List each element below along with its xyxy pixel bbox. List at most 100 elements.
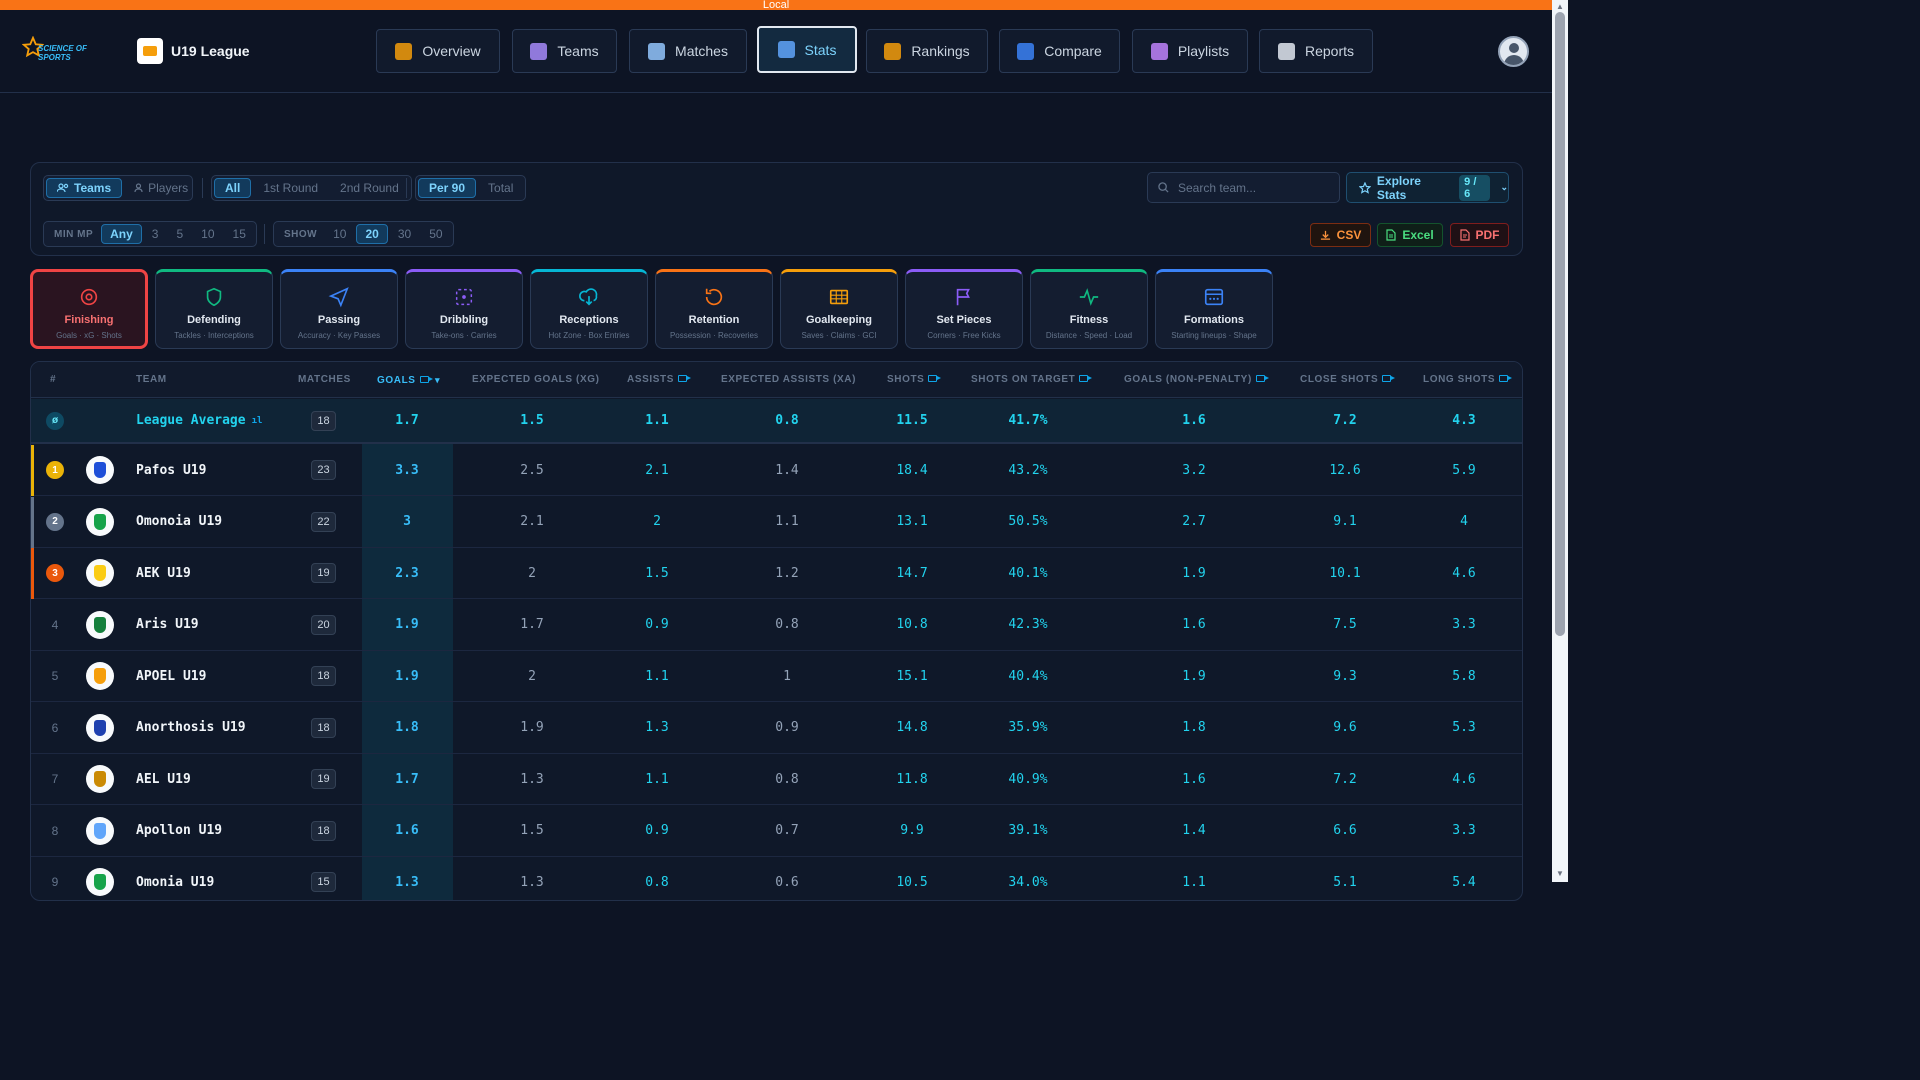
header-long-shots[interactable]: LONG SHOTS <box>1423 362 1513 398</box>
table-row[interactable]: 2 Omonoia U19 22 3 2.1 2 1.1 13.1 50.5% 2.7 9.1 4 <box>31 496 1522 548</box>
header-shots-on-target[interactable]: SHOTS ON TARGET <box>971 362 1093 398</box>
user-avatar[interactable] <box>1498 36 1529 67</box>
show-20[interactable]: 20 <box>356 224 388 244</box>
header-goals[interactable]: GOALS ▾ <box>377 362 440 398</box>
mode-per90[interactable]: Per 90 <box>418 178 477 198</box>
show-50[interactable]: 50 <box>421 224 450 244</box>
round-all[interactable]: All <box>214 178 252 198</box>
table-row[interactable]: 5 APOEL U19 18 1.9 2 1.1 1 15.1 40.4% 1.9 9.3 5.8 <box>31 651 1522 702</box>
header-assists[interactable]: ASSISTS <box>627 362 691 398</box>
category-set-pieces[interactable]: Set Pieces Corners · Free Kicks <box>905 269 1023 349</box>
table-row[interactable]: 7 AEL U19 19 1.7 1.3 1.1 0.8 11.8 40.9% 1.6 7.2 4… <box>31 754 1522 805</box>
nav-matches[interactable]: Matches <box>629 29 747 73</box>
team-name-cell[interactable]: Omonia U19 <box>136 857 336 900</box>
table-row[interactable]: 9 Omonia U19 15 1.3 1.3 0.8 0.6 10.5 34.0% 1.1 5… <box>31 857 1522 900</box>
brand-logo[interactable]: SCIENCE OF SPORTS <box>22 36 90 64</box>
team-name-cell[interactable]: Omonoia U19 <box>136 497 336 547</box>
category-dribbling[interactable]: Dribbling Take-ons · Carries <box>405 269 523 349</box>
nav-teams[interactable]: Teams <box>512 29 617 73</box>
category-retention[interactable]: Retention Possession · Recoveries <box>655 269 773 349</box>
video-icon[interactable] <box>1255 375 1269 382</box>
min-mp-10[interactable]: 10 <box>193 224 222 244</box>
header-npg[interactable]: GOALS (NON-PENALTY) <box>1124 362 1269 398</box>
table-row[interactable]: 8 Apollon U19 18 1.6 1.5 0.9 0.7 9.9 39.1% 1.4 6… <box>31 806 1522 857</box>
scrollbar-thumb[interactable] <box>1555 12 1565 636</box>
category-goalkeeping[interactable]: Goalkeeping Saves · Claims · GCI <box>780 269 898 349</box>
export-pdf-button[interactable]: PDF <box>1450 223 1509 247</box>
header-shots[interactable]: SHOTS <box>887 362 942 398</box>
stat-value: 10.5 <box>896 874 928 890</box>
video-icon[interactable] <box>928 375 942 382</box>
team-name-cell[interactable]: AEL U19 <box>136 754 336 804</box>
nav-stats[interactable]: Stats <box>757 26 857 73</box>
average-value: 1.1 <box>645 413 669 428</box>
page-scrollbar[interactable]: ▲ ▼ <box>1552 0 1568 882</box>
league-selector[interactable]: U19 League <box>137 38 250 64</box>
nav-compare[interactable]: Compare <box>999 29 1120 73</box>
table-row[interactable]: 1 Pafos U19 23 3.3 2.5 2.1 1.4 18.4 43.2% 3.2 12… <box>31 445 1522 496</box>
category-defending[interactable]: Defending Tackles · Interceptions <box>155 269 273 349</box>
min-mp-5[interactable]: 5 <box>168 224 191 244</box>
table-row[interactable]: 4 Aris U19 20 1.9 1.7 0.9 0.8 10.8 42.3% 1.6 7.5… <box>31 600 1522 651</box>
video-icon[interactable] <box>1079 375 1093 382</box>
goal-icon <box>829 289 849 305</box>
toggle-teams[interactable]: Teams <box>46 178 123 198</box>
team-crest-cell <box>86 857 114 900</box>
matches-badge: 18 <box>311 410 336 431</box>
stat-value: 3.3 <box>395 462 419 478</box>
header-rank: # <box>50 374 57 385</box>
table-row[interactable]: 6 Anorthosis U19 18 1.8 1.9 1.3 0.9 14.8 35.9%… <box>31 703 1522 754</box>
nav-rankings[interactable]: Rankings <box>866 29 988 73</box>
header-sot-label: SHOTS ON TARGET <box>971 374 1076 385</box>
average-label: League Average <box>136 413 246 428</box>
scroll-down-icon[interactable]: ▼ <box>1556 869 1564 878</box>
stat-value: 5.4 <box>1452 874 1476 890</box>
video-icon[interactable] <box>419 376 433 383</box>
explore-stats-button[interactable]: Explore Stats 9 / 6 ⌄ <box>1346 172 1509 203</box>
video-icon[interactable] <box>678 375 691 382</box>
search-input[interactable] <box>1178 180 1328 195</box>
show-10[interactable]: 10 <box>325 224 354 244</box>
video-icon[interactable] <box>1499 375 1513 382</box>
team-name-cell[interactable]: AEK U19 <box>136 548 336 598</box>
category-formations[interactable]: Formations Starting lineups · Shape <box>1155 269 1273 349</box>
stat-value: 40.9% <box>1008 771 1048 787</box>
export-csv-button[interactable]: CSV <box>1310 223 1371 247</box>
header-team[interactable]: TEAM <box>136 362 167 398</box>
category-fitness[interactable]: Fitness Distance · Speed · Load <box>1030 269 1148 349</box>
round-first[interactable]: 1st Round <box>253 178 328 198</box>
team-name-cell[interactable]: Apollon U19 <box>136 806 336 856</box>
category-passing[interactable]: Passing Accuracy · Key Passes <box>280 269 398 349</box>
header-xg[interactable]: EXPECTED GOALS (XG) <box>472 362 600 398</box>
header-xa[interactable]: EXPECTED ASSISTS (XA) <box>721 362 856 398</box>
nav-overview[interactable]: Overview <box>376 29 500 73</box>
min-mp-any[interactable]: Any <box>101 224 142 244</box>
stat-value: 1.3 <box>395 874 419 890</box>
nav-playlists[interactable]: Playlists <box>1132 29 1248 73</box>
min-mp-3[interactable]: 3 <box>144 224 167 244</box>
mode-total[interactable]: Total <box>478 178 523 198</box>
team-name-cell[interactable]: Aris U19 <box>136 600 336 650</box>
nav-reports[interactable]: Reports <box>1259 29 1373 73</box>
header-close-shots[interactable]: CLOSE SHOTS <box>1300 362 1396 398</box>
category-finishing[interactable]: Finishing Goals · xG · Shots <box>30 269 148 349</box>
category-receptions[interactable]: Receptions Hot Zone · Box Entries <box>530 269 648 349</box>
export-excel-button[interactable]: Excel <box>1377 223 1443 247</box>
team-name-cell[interactable]: APOEL U19 <box>136 651 336 701</box>
scroll-up-icon[interactable]: ▲ <box>1556 2 1564 11</box>
round-second[interactable]: 2nd Round <box>330 178 409 198</box>
category-subtitle: Corners · Free Kicks <box>927 331 1001 340</box>
video-icon[interactable] <box>1382 375 1396 382</box>
toggle-players[interactable]: Players <box>124 178 198 198</box>
show-30[interactable]: 30 <box>390 224 419 244</box>
team-crest-icon <box>86 610 114 639</box>
table-row[interactable]: 3 AEK U19 19 2.3 2 1.5 1.2 14.7 40.1% 1.9 10.1 4.… <box>31 548 1522 599</box>
round-toggle: All 1st Round 2nd Round <box>211 175 412 201</box>
min-mp-15[interactable]: 15 <box>225 224 254 244</box>
matches-badge: 20 <box>311 614 336 635</box>
stat-value: 2.5 <box>520 462 544 478</box>
stat-value: 11.8 <box>896 771 928 787</box>
header-matches[interactable]: MATCHES <box>298 362 351 398</box>
team-name-cell[interactable]: Pafos U19 <box>136 445 336 495</box>
team-name-cell[interactable]: Anorthosis U19 <box>136 703 336 753</box>
